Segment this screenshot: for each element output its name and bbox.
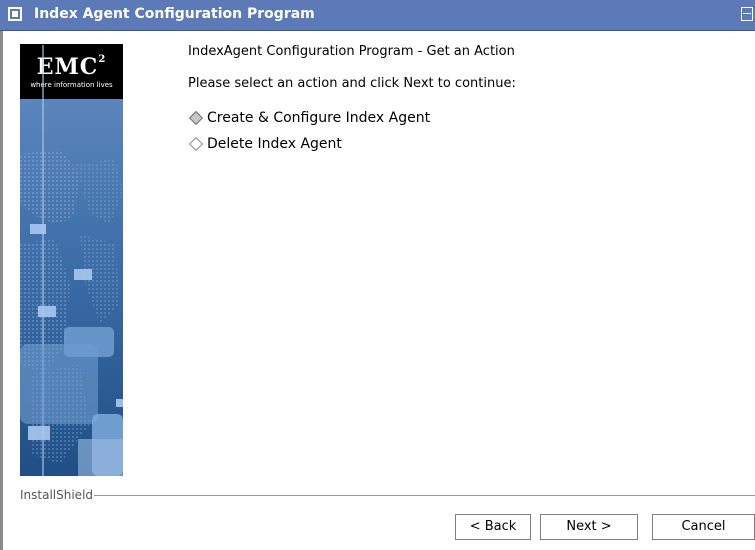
maximize-icon[interactable] <box>741 7 753 21</box>
option-create-configure[interactable]: Create & Configure Index Agent <box>188 110 430 126</box>
radio-unselected-icon[interactable] <box>188 136 204 152</box>
option-label[interactable]: Delete Index Agent <box>207 136 342 152</box>
title-bar[interactable]: Index Agent Configuration Program <box>0 0 755 31</box>
world-map-graphic <box>20 45 123 476</box>
window-title: Index Agent Configuration Program <box>34 6 315 22</box>
option-label[interactable]: Create & Configure Index Agent <box>207 110 430 126</box>
option-delete[interactable]: Delete Index Agent <box>188 136 342 152</box>
window-menu-icon[interactable] <box>8 7 22 21</box>
cancel-button[interactable]: Cancel <box>652 514 755 540</box>
radio-selected-icon[interactable] <box>188 110 204 126</box>
back-button[interactable]: < Back <box>455 514 531 540</box>
side-banner-image: EMC2 where information lives <box>20 44 123 476</box>
next-button[interactable]: Next > <box>540 514 638 540</box>
footer-divider <box>94 495 755 496</box>
installshield-label: InstallShield <box>20 488 94 502</box>
instruction-text: Please select an action and click Next t… <box>188 76 516 91</box>
page-heading: IndexAgent Configuration Program - Get a… <box>188 44 515 59</box>
